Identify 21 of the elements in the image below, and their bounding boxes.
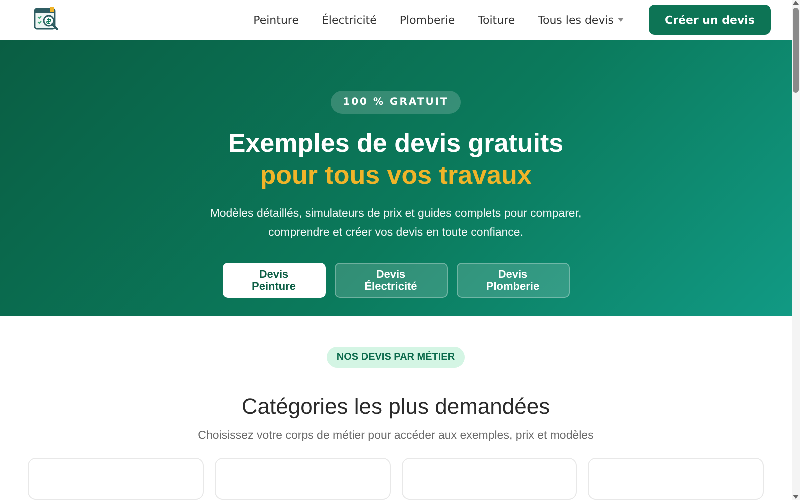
hero-title: Exemples de devis gratuits [228, 127, 564, 160]
free-badge: 100 % GRATUIT [331, 91, 461, 114]
create-quote-button[interactable]: Créer un devis [649, 5, 771, 36]
caret-icon [618, 18, 624, 22]
scroll-up-icon[interactable] [792, 0, 800, 6]
quote-button[interactable]: Devis Électricité [334, 263, 448, 298]
scroll-down-icon[interactable] [792, 494, 800, 500]
section-title: Catégories les plus demandées [242, 394, 550, 420]
nav-link[interactable]: Peinture [254, 14, 299, 27]
section-badge: NOS DEVIS PAR MÉTIER [326, 347, 466, 368]
quote-button[interactable]: Devis Plomberie [456, 263, 570, 298]
scrollbar[interactable] [792, 0, 800, 500]
quote-button[interactable]: Devis Peinture [222, 263, 326, 298]
hero-highlight: pour tous vos travaux [260, 159, 532, 192]
nav-dropdown[interactable]: Tous les devis [538, 14, 624, 27]
scroll-thumb[interactable] [793, 8, 799, 93]
nav-link[interactable]: Toiture [478, 14, 516, 27]
nav-link[interactable]: Plomberie [400, 14, 456, 27]
nav-link[interactable]: Électricité [322, 14, 377, 27]
section-subtitle: Choisissez votre corps de métier pour accéder aux exemples, prix et modèles [198, 430, 594, 442]
hero-subtitle: Modèles détaillés, simulateurs de prix et guides complets pour comparer, comprendre et créer vos devis en toute confiance. [209, 207, 583, 242]
